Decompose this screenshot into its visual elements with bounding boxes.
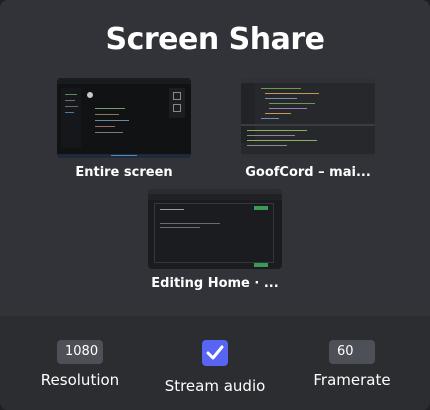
resolution-input[interactable]: 1080	[57, 340, 103, 364]
source-entire-screen[interactable]: Entire screen	[49, 78, 199, 180]
source-thumbnail	[241, 78, 375, 158]
framerate-label: Framerate	[313, 371, 391, 389]
source-thumbnail	[148, 189, 282, 269]
framerate-control: 60 Framerate	[302, 340, 402, 389]
stream-audio-checkbox[interactable]	[202, 340, 228, 366]
source-label: Entire screen	[75, 165, 173, 180]
resolution-control: 1080 Resolution	[30, 340, 130, 389]
stream-audio-label: Stream audio	[164, 377, 266, 395]
source-goofcord-window[interactable]: GoofCord – mai...	[233, 78, 383, 180]
source-label: GoofCord – mai...	[245, 165, 371, 180]
checkmark-icon	[206, 345, 224, 360]
resolution-label: Resolution	[40, 371, 120, 389]
dialog-title: Screen Share	[105, 22, 325, 57]
framerate-input[interactable]: 60	[329, 340, 375, 364]
stream-settings-footer: 1080 Resolution Stream audio 60 Framerat…	[0, 316, 430, 410]
stream-audio-control: Stream audio	[155, 340, 275, 395]
source-label: Editing Home · ...	[151, 276, 279, 291]
source-thumbnail	[57, 78, 191, 158]
source-editing-home-window[interactable]: Editing Home · ...	[140, 189, 290, 291]
screen-share-dialog: Screen Share Entire screen GoofCord – ma…	[0, 0, 430, 410]
